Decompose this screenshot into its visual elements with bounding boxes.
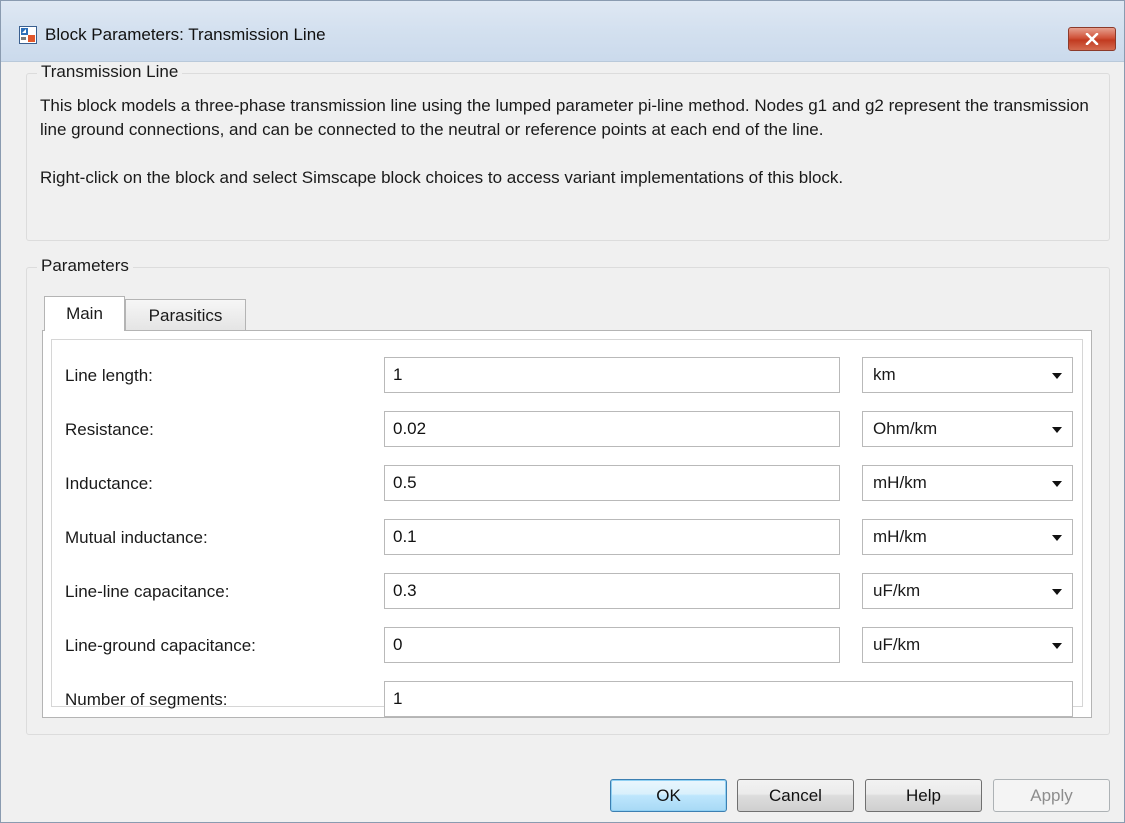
simulink-block-icon (19, 26, 37, 44)
parameters-group: Parameters Main Parasitics Line length: … (26, 256, 1110, 735)
tab-main[interactable]: Main (44, 296, 125, 331)
mutual-inductance-unit-value: mH/km (873, 527, 927, 546)
main-parameters-panel: Line length: km Resistance: Ohm/km Induc… (51, 339, 1083, 717)
tab-parasitics-label: Parasitics (148, 305, 223, 325)
number-of-segments-input[interactable] (384, 681, 1073, 717)
resistance-label: Resistance: (65, 420, 154, 439)
description-legend: Transmission Line (37, 62, 183, 82)
line-line-capacitance-label: Line-line capacitance: (65, 582, 230, 601)
chevron-down-icon (1052, 535, 1062, 541)
number-of-segments-label: Number of segments: (65, 690, 228, 709)
chevron-down-icon (1052, 643, 1062, 649)
description-paragraph: This block models a three-phase transmis… (40, 96, 1089, 139)
help-button-label: Help (906, 785, 941, 805)
chevron-down-icon (1052, 481, 1062, 487)
line-length-input[interactable] (384, 357, 840, 393)
help-button[interactable]: Help (865, 779, 982, 812)
mutual-inductance-unit-select[interactable]: mH/km (862, 519, 1073, 555)
ok-button[interactable]: OK (610, 779, 727, 812)
line-ground-capacitance-unit-select[interactable]: uF/km (862, 627, 1073, 663)
tab-parasitics[interactable]: Parasitics (125, 299, 246, 331)
inductance-unit-select[interactable]: mH/km (862, 465, 1073, 501)
line-ground-capacitance-unit-value: uF/km (873, 635, 921, 654)
description-group: Transmission Line This block models a th… (26, 62, 1110, 241)
line-ground-capacitance-label: Line-ground capacitance: (65, 636, 256, 655)
resistance-unit-value: Ohm/km (873, 419, 938, 438)
mutual-inductance-input[interactable] (384, 519, 840, 555)
tab-main-label: Main (66, 304, 103, 323)
chevron-down-icon (1052, 373, 1062, 379)
inductance-label: Inductance: (65, 474, 153, 493)
main-tab-panel: Line length: km Resistance: Ohm/km Induc… (42, 330, 1092, 718)
inductance-input[interactable] (384, 465, 840, 501)
close-icon (1085, 33, 1099, 45)
resistance-unit-select[interactable]: Ohm/km (862, 411, 1073, 447)
cancel-button-label: Cancel (769, 785, 822, 805)
line-line-capacitance-unit-value: uF/km (873, 581, 921, 600)
ok-button-label: OK (656, 785, 681, 805)
line-ground-capacitance-input[interactable] (384, 627, 840, 663)
apply-button[interactable]: Apply (993, 779, 1110, 812)
close-button[interactable] (1068, 27, 1116, 51)
parameters-legend: Parameters (37, 256, 133, 276)
apply-button-label: Apply (1030, 785, 1073, 805)
line-length-unit-select[interactable]: km (862, 357, 1073, 393)
line-line-capacitance-input[interactable] (384, 573, 840, 609)
cancel-button[interactable]: Cancel (737, 779, 854, 812)
title-bar[interactable]: Block Parameters: Transmission Line (1, 1, 1124, 62)
window-title: Block Parameters: Transmission Line (45, 25, 326, 44)
chevron-down-icon (1052, 589, 1062, 595)
line-length-unit-value: km (873, 365, 896, 384)
description-text: This block models a three-phase transmis… (40, 94, 1100, 190)
inductance-unit-value: mH/km (873, 473, 927, 492)
mutual-inductance-label: Mutual inductance: (65, 528, 208, 547)
line-length-label: Line length: (65, 366, 153, 385)
block-parameters-dialog: Block Parameters: Transmission Line Tran… (0, 0, 1125, 823)
resistance-input[interactable] (384, 411, 840, 447)
chevron-down-icon (1052, 427, 1062, 433)
description-paragraph: Right-click on the block and select Sims… (40, 168, 844, 187)
line-line-capacitance-unit-select[interactable]: uF/km (862, 573, 1073, 609)
